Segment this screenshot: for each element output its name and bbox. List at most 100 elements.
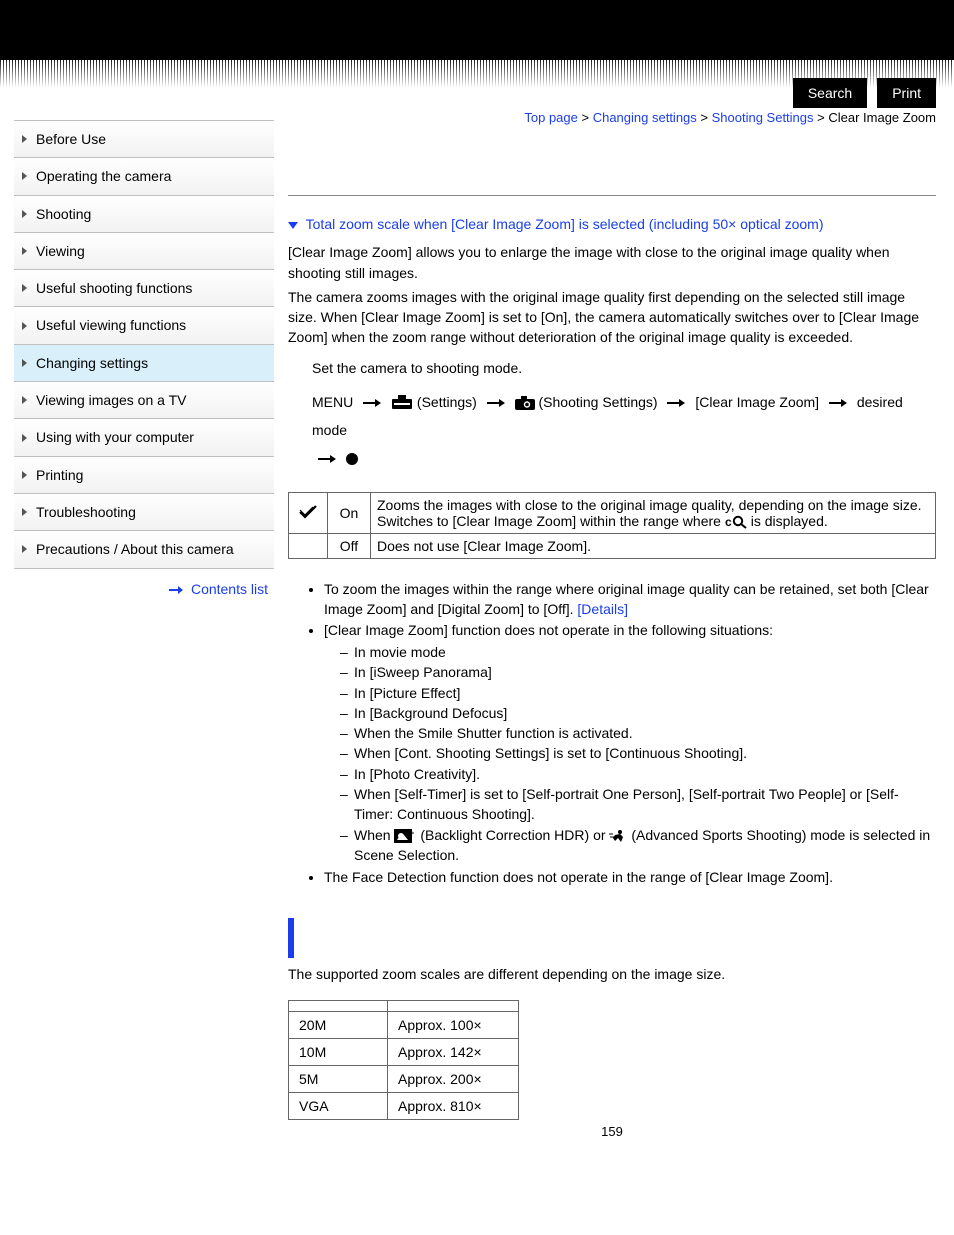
zoom-scale: Approx. 142× — [388, 1038, 519, 1065]
sidebar-item-precautions[interactable]: Precautions / About this camera — [14, 531, 274, 568]
note-item: [Clear Image Zoom] function does not ope… — [324, 620, 936, 866]
option-on-desc-line: is displayed. — [751, 513, 828, 529]
zoom-size: 20M — [289, 1011, 388, 1038]
sidebar-item-label: Useful viewing functions — [36, 317, 186, 333]
center-button-icon — [346, 453, 358, 465]
page-number: 159 — [288, 1124, 936, 1139]
sidebar-list: Before Use Operating the camera Shooting… — [14, 120, 274, 569]
print-button[interactable]: Print — [877, 78, 936, 108]
toolbox-settings-icon — [391, 394, 413, 410]
sidebar-item-viewing[interactable]: Viewing — [14, 233, 274, 270]
empty-cell — [289, 534, 328, 559]
section-heading-bar — [288, 918, 294, 958]
steps: Set the camera to shooting mode. MENU (S… — [312, 358, 936, 472]
notes-list: To zoom the images within the range wher… — [288, 579, 936, 887]
sports-icon — [609, 829, 627, 843]
breadcrumb-l1[interactable]: Changing settings — [593, 110, 697, 125]
sidebar-item-changing-settings[interactable]: Changing settings — [14, 345, 274, 382]
breadcrumb: Top page > Changing settings > Shooting … — [288, 110, 936, 125]
details-link[interactable]: [Details] — [577, 601, 628, 617]
settings-label: (Settings) — [417, 394, 477, 410]
check-cell — [289, 493, 328, 534]
sidebar-item-label: Printing — [36, 467, 83, 483]
sidebar-item-troubleshooting[interactable]: Troubleshooting — [14, 494, 274, 531]
zoom-size: 5M — [289, 1065, 388, 1092]
sidebar-item-operating[interactable]: Operating the camera — [14, 158, 274, 195]
note-item: The Face Detection function does not ope… — [324, 867, 936, 887]
zoom-scale: Approx. 100× — [388, 1011, 519, 1038]
note-text: (Backlight Correction HDR) or — [420, 827, 609, 843]
separator — [288, 195, 936, 196]
breadcrumb-top[interactable]: Top page — [524, 110, 578, 125]
intro-p1: [Clear Image Zoom] allows you to enlarge… — [288, 242, 936, 283]
breadcrumb-sep: > — [578, 110, 593, 125]
option-off-label: Off — [328, 534, 371, 559]
hdr-icon: + — [394, 829, 416, 843]
sidebar-item-shooting[interactable]: Shooting — [14, 196, 274, 233]
svg-text:c: c — [725, 515, 732, 529]
camera-icon — [515, 396, 535, 410]
check-icon — [299, 504, 317, 520]
note-subitem: In [Background Defocus] — [340, 703, 936, 723]
sidebar-item-useful-shooting[interactable]: Useful shooting functions — [14, 270, 274, 307]
zoom-scale: Approx. 200× — [388, 1065, 519, 1092]
sidebar-item-before-use[interactable]: Before Use — [14, 121, 274, 158]
sidebar-item-label: Operating the camera — [36, 168, 171, 184]
option-on-desc-line: Zooms the images with close to the origi… — [377, 497, 922, 513]
step-1: Set the camera to shooting mode. — [312, 358, 936, 378]
sidebar-item-label: Viewing images on a TV — [36, 392, 186, 408]
cq-zoom-icon: c — [725, 515, 747, 529]
note-subitem: In [Picture Effect] — [340, 683, 936, 703]
note-subitem: When [Cont. Shooting Settings] is set to… — [340, 743, 936, 763]
sidebar-item-label: Shooting — [36, 206, 91, 222]
anchor-total-zoom[interactable]: Total zoom scale when [Clear Image Zoom]… — [306, 216, 824, 232]
note-text: When — [354, 827, 394, 843]
sidebar: Before Use Operating the camera Shooting… — [0, 110, 280, 1179]
zoom-lead: The supported zoom scales are different … — [288, 964, 936, 984]
option-table: On Zooms the images with close to the or… — [288, 492, 936, 559]
menu-label: MENU — [312, 394, 353, 410]
zoom-th-size — [289, 1000, 388, 1011]
breadcrumb-sep: > — [814, 110, 829, 125]
sidebar-item-useful-viewing[interactable]: Useful viewing functions — [14, 307, 274, 344]
sidebar-item-label: Precautions / About this camera — [36, 541, 234, 557]
breadcrumb-l2[interactable]: Shooting Settings — [712, 110, 814, 125]
zoom-table: 20MApprox. 100× 10MApprox. 142× 5MApprox… — [288, 1000, 519, 1120]
search-button[interactable]: Search — [793, 78, 867, 108]
menu-path: MENU (Settings) (Shooting Settings) [Cle… — [312, 388, 936, 472]
option-on-label: On — [328, 493, 371, 534]
anchor-triangle-icon — [288, 222, 298, 229]
option-off-desc: Does not use [Clear Image Zoom]. — [371, 534, 936, 559]
note-subitem: When [Self-Timer] is set to [Self-portra… — [340, 784, 936, 825]
clear-image-zoom-label: [Clear Image Zoom] — [695, 394, 819, 410]
zoom-size: 10M — [289, 1038, 388, 1065]
arrow-right-icon — [829, 399, 847, 407]
sidebar-item-label: Before Use — [36, 131, 106, 147]
sidebar-item-label: Changing settings — [36, 355, 148, 371]
arrow-right-icon — [169, 586, 183, 594]
note-text: [Clear Image Zoom] function does not ope… — [324, 622, 773, 638]
arrow-right-icon — [667, 399, 685, 407]
arrow-right-icon — [487, 399, 505, 407]
sidebar-item-label: Using with your computer — [36, 429, 194, 445]
note-item: To zoom the images within the range wher… — [324, 579, 936, 620]
note-subitem: In [Photo Creativity]. — [340, 764, 936, 784]
zoom-scale: Approx. 810× — [388, 1092, 519, 1119]
shooting-settings-label: (Shooting Settings) — [539, 394, 658, 410]
sidebar-item-viewing-tv[interactable]: Viewing images on a TV — [14, 382, 274, 419]
note-subitem: In movie mode — [340, 642, 936, 662]
sidebar-item-computer[interactable]: Using with your computer — [14, 419, 274, 456]
main-content: Top page > Changing settings > Shooting … — [280, 110, 954, 1179]
header-band: Search Print — [0, 0, 954, 60]
sidebar-item-label: Troubleshooting — [36, 504, 136, 520]
option-on-desc-line: Switches to [Clear Image Zoom] within th… — [377, 513, 725, 529]
contents-list-link[interactable]: Contents list — [191, 581, 268, 597]
breadcrumb-sep: > — [697, 110, 712, 125]
arrow-right-icon — [363, 399, 381, 407]
sidebar-item-label: Viewing — [36, 243, 85, 259]
zoom-th-scale — [388, 1000, 519, 1011]
zoom-size: VGA — [289, 1092, 388, 1119]
svg-text:+: + — [409, 829, 414, 838]
arrow-right-icon — [318, 455, 336, 463]
sidebar-item-printing[interactable]: Printing — [14, 457, 274, 494]
